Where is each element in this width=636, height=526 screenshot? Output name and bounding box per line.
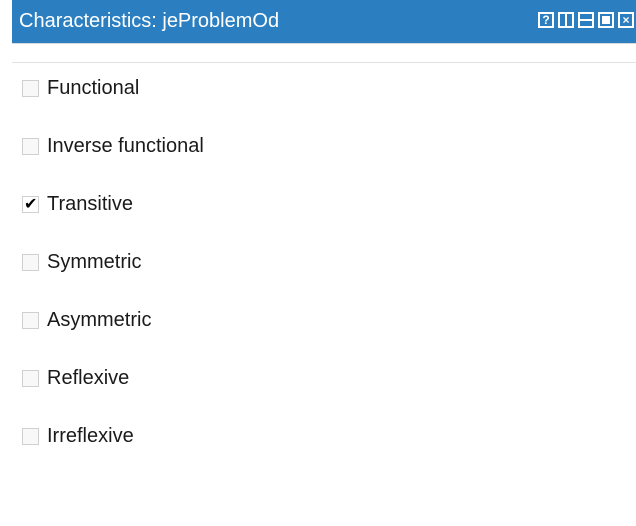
close-icon[interactable]: ×: [618, 12, 634, 28]
characteristic-row-inverse-functional[interactable]: Inverse functional: [22, 133, 204, 191]
checkbox-irreflexive[interactable]: [22, 428, 39, 445]
content-divider: [12, 62, 636, 63]
characteristics-list: Functional Inverse functional ✔ Transitive S…: [22, 75, 204, 481]
checkbox-label[interactable]: Irreflexive: [47, 423, 134, 449]
characteristic-row-reflexive[interactable]: Reflexive: [22, 365, 204, 423]
checkbox-label[interactable]: Transitive: [47, 191, 133, 217]
characteristics-panel: Characteristics: jeProblemOd ? × Functio…: [0, 0, 636, 526]
titlebar-buttons: ? ×: [538, 12, 634, 30]
panel-title: Characteristics: jeProblemOd: [19, 10, 280, 32]
checkbox-inverse-functional[interactable]: [22, 138, 39, 155]
left-margin: [0, 0, 12, 526]
checkbox-label[interactable]: Functional: [47, 75, 139, 101]
checkbox-reflexive[interactable]: [22, 370, 39, 387]
split-horizontal-bar: [580, 19, 592, 21]
maximize-icon[interactable]: [598, 12, 614, 28]
characteristic-row-symmetric[interactable]: Symmetric: [22, 249, 204, 307]
checkbox-transitive[interactable]: ✔: [22, 194, 39, 213]
checkbox-label[interactable]: Symmetric: [47, 249, 141, 275]
checkbox-symmetric[interactable]: [22, 254, 39, 271]
maximize-fill: [602, 16, 610, 24]
checkbox-label[interactable]: Inverse functional: [47, 133, 204, 159]
help-icon[interactable]: ?: [538, 12, 554, 28]
characteristic-row-functional[interactable]: Functional: [22, 75, 204, 133]
checkbox-functional[interactable]: [22, 80, 39, 97]
split-vertical-bar: [565, 14, 567, 26]
panel-titlebar[interactable]: Characteristics: jeProblemOd ? ×: [12, 0, 636, 43]
checkbox-label[interactable]: Reflexive: [47, 365, 129, 391]
checkbox-asymmetric[interactable]: [22, 312, 39, 329]
characteristic-row-asymmetric[interactable]: Asymmetric: [22, 307, 204, 365]
characteristic-row-irreflexive[interactable]: Irreflexive: [22, 423, 204, 481]
split-horizontal-icon[interactable]: [578, 12, 594, 28]
characteristic-row-transitive[interactable]: ✔ Transitive: [22, 191, 204, 249]
check-icon: ✔: [24, 194, 38, 213]
split-vertical-icon[interactable]: [558, 12, 574, 28]
checkbox-label[interactable]: Asymmetric: [47, 307, 151, 333]
